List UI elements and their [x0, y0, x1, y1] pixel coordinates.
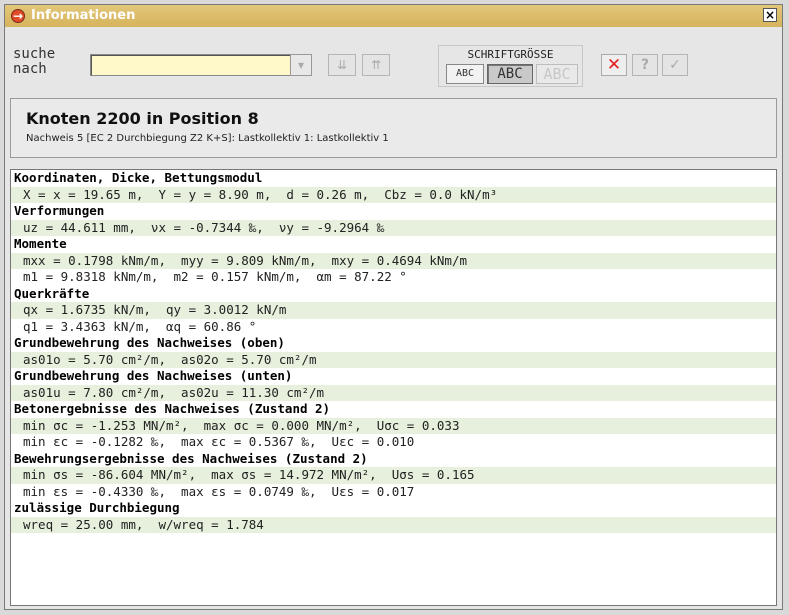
result-line: as01o = 5.70 cm²/m, as02o = 5.70 cm²/m	[11, 351, 776, 368]
section-heading: Grundbewehrung des Nachweises (oben)	[11, 335, 776, 352]
help-button[interactable]: ?	[632, 54, 658, 76]
result-line: qx = 1.6735 kN/m, qy = 3.0012 kN/m	[11, 302, 776, 319]
section-heading: Momente	[11, 236, 776, 253]
fontsize-label: SCHRIFTGRÖSSE	[467, 48, 554, 61]
result-line: min σs = -86.604 MN/m², max σs = 14.972 …	[11, 467, 776, 484]
section-heading: Betonergebnisse des Nachweises (Zustand …	[11, 401, 776, 418]
search-input[interactable]	[90, 54, 312, 76]
result-line: mxx = 0.1798 kNm/m, myy = 9.809 kNm/m, m…	[11, 252, 776, 269]
search-dropdown-button[interactable]: ▾	[290, 54, 312, 76]
search-up-button[interactable]: ⇈	[362, 54, 390, 76]
section-heading: Verformungen	[11, 203, 776, 220]
toolbar: suche nach ▾ ⇊ ⇈ SCHRIFTGRÖSSE ABC ABC A…	[5, 27, 782, 89]
result-line: uz = 44.611 mm, νx = -0.7344 ‰, νy = -9.…	[11, 219, 776, 236]
section-heading: zulässige Durchbiegung	[11, 500, 776, 517]
fontsize-group: SCHRIFTGRÖSSE ABC ABC ABC	[438, 45, 583, 87]
results-list[interactable]: Koordinaten, Dicke, Bettungsmodul X = x =…	[10, 169, 777, 606]
result-line: min εs = -0.4330 ‰, max εs = 0.0749 ‰, U…	[23, 483, 415, 499]
node-subtitle: Nachweis 5 [EC 2 Durchbiegung Z2 K+S]: L…	[26, 133, 389, 144]
section-heading: Querkräfte	[11, 285, 776, 302]
result-line: X = x = 19.65 m, Y = y = 8.90 m, d = 0.2…	[11, 186, 776, 203]
search-label: suche nach	[13, 46, 56, 77]
fontsize-medium-button[interactable]: ABC	[487, 64, 533, 84]
cancel-button[interactable]: ✕	[601, 54, 627, 76]
result-line: min εc = -0.1282 ‰, max εc = 0.5367 ‰, U…	[23, 434, 415, 449]
node-header: Knoten 2200 in Position 8 Nachweis 5 [EC…	[10, 98, 777, 158]
window-title: Informationen	[31, 8, 136, 23]
info-window: Informationen × suche nach ▾ ⇊ ⇈ SCHRIFT…	[4, 4, 783, 610]
fontsize-small-button[interactable]: ABC	[446, 64, 484, 84]
result-line: q1 = 3.4363 kN/m, αq = 60.86 °	[23, 318, 257, 334]
result-line: m1 = 9.8318 kNm/m, m2 = 0.157 kNm/m, αm …	[23, 269, 407, 284]
node-title: Knoten 2200 in Position 8	[26, 109, 259, 128]
search-down-button[interactable]: ⇊	[328, 54, 356, 76]
fontsize-large-button[interactable]: ABC	[536, 64, 578, 84]
section-heading: Grundbewehrung des Nachweises (unten)	[11, 368, 776, 385]
ok-button[interactable]: ✓	[662, 54, 688, 76]
result-line: as01u = 7.80 cm²/m, as02u = 11.30 cm²/m	[11, 384, 776, 401]
section-heading: Koordinaten, Dicke, Bettungsmodul	[11, 170, 776, 187]
arrow-right-icon	[11, 5, 25, 27]
result-line: min σc = -1.253 MN/m², max σc = 0.000 MN…	[11, 417, 776, 434]
close-button[interactable]: ×	[763, 8, 777, 22]
title-bar[interactable]: Informationen ×	[5, 5, 782, 27]
section-heading: Bewehrungsergebnisse des Nachweises (Zus…	[11, 450, 776, 467]
result-line: wreq = 25.00 mm, w/wreq = 1.784	[11, 516, 776, 533]
